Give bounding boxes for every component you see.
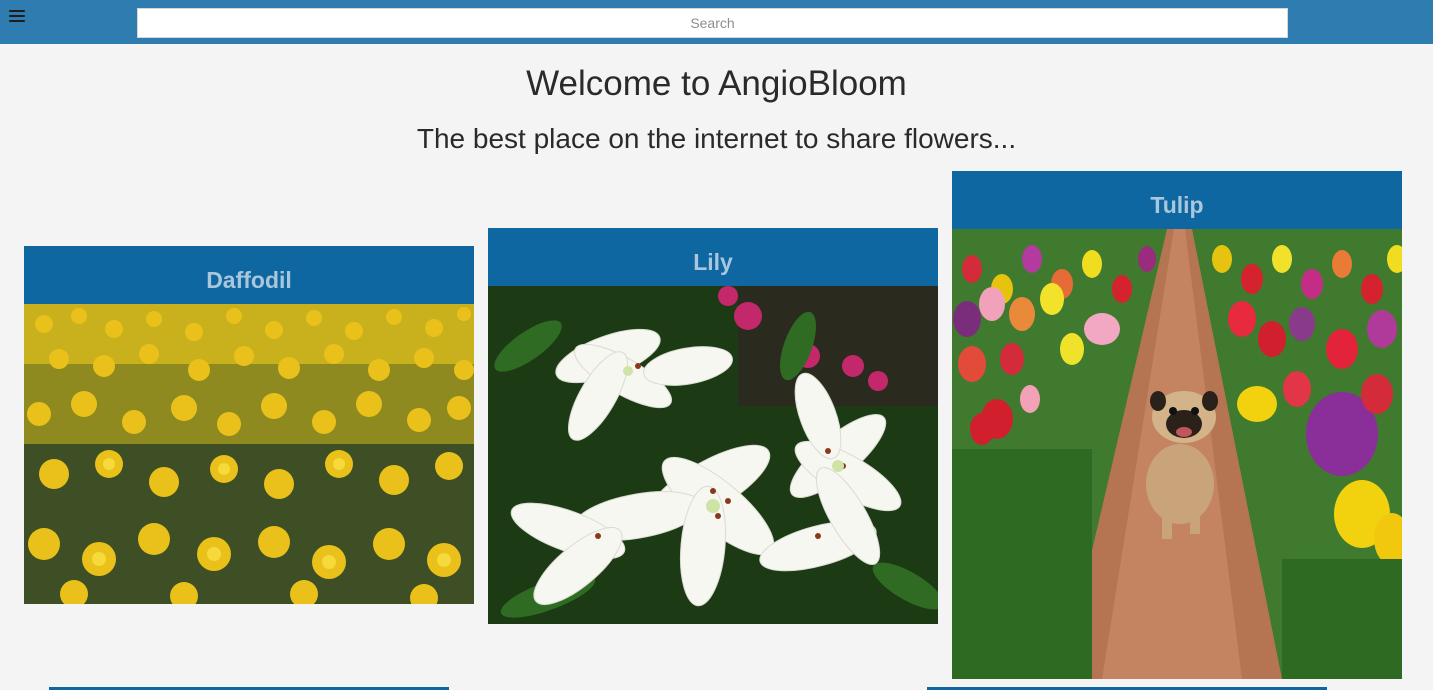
card-title: Daffodil [206, 267, 292, 293]
flower-card-daffodil[interactable]: Daffodil [24, 246, 474, 604]
daffodil-image[interactable] [24, 304, 474, 604]
top-bar [0, 0, 1433, 44]
card-title: Lily [693, 249, 733, 275]
page-title: Welcome to AngioBloom [526, 64, 907, 103]
flower-card-lily[interactable]: Lily [488, 228, 938, 624]
card-title: Tulip [1150, 192, 1204, 218]
hamburger-menu-icon[interactable] [9, 10, 25, 24]
page-subtitle: The best place on the internet to share … [416, 123, 1017, 154]
search-input[interactable] [137, 8, 1288, 38]
lily-image[interactable] [488, 286, 938, 624]
flower-card-tulip[interactable]: Tulip [952, 171, 1402, 679]
tulip-image[interactable] [952, 229, 1402, 679]
